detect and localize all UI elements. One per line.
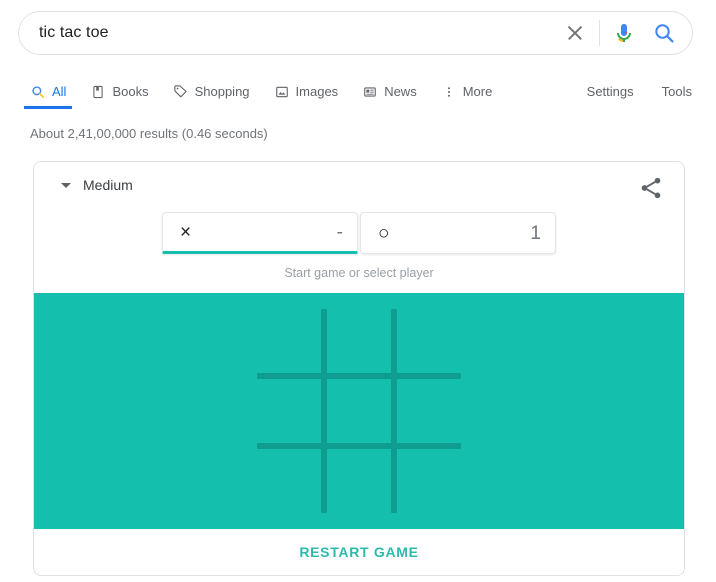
difficulty-label: Medium [83, 177, 133, 193]
newspaper-icon [362, 84, 378, 100]
share-icon[interactable] [638, 175, 664, 201]
book-icon [90, 84, 106, 100]
search-divider [599, 20, 600, 46]
player-o-card[interactable]: ○ 1 [360, 212, 556, 254]
tag-icon [173, 84, 189, 100]
tab-more-label: More [462, 84, 493, 99]
board-grid [257, 309, 461, 513]
grid-line-horizontal-2 [257, 443, 461, 449]
nav-tabs-right: Settings Tools [559, 84, 692, 99]
card-header: Medium [34, 162, 684, 210]
tab-news[interactable]: News [362, 74, 417, 109]
player-x-score: - [336, 221, 343, 243]
player-x-card[interactable]: × - [162, 212, 358, 254]
o-mark: ○ [378, 222, 390, 244]
tab-books-label: Books [112, 84, 149, 99]
tools-link[interactable]: Tools [662, 84, 692, 99]
tab-all-label: All [52, 84, 67, 99]
restart-row: RESTART GAME [34, 529, 684, 575]
grid-line-vertical-2 [391, 309, 397, 513]
more-vertical-icon [441, 84, 457, 100]
search-input[interactable] [19, 24, 562, 42]
search-nav-tabs: All Books Shopping Images News More Sett… [0, 74, 716, 109]
search-icon [30, 84, 46, 100]
grid-line-vertical-1 [321, 309, 327, 513]
player-scoreboard: × - ○ 1 [34, 212, 684, 254]
tab-shopping[interactable]: Shopping [173, 74, 250, 109]
tab-images-label: Images [295, 84, 339, 99]
tab-news-label: News [384, 84, 417, 99]
settings-link[interactable]: Settings [587, 84, 634, 99]
search-icon[interactable] [652, 21, 676, 45]
tab-more[interactable]: More [441, 74, 493, 109]
tab-books[interactable]: Books [90, 74, 149, 109]
tab-all[interactable]: All [23, 74, 73, 109]
close-icon[interactable] [562, 20, 588, 46]
image-icon [274, 84, 290, 100]
nav-tabs-left: All Books Shopping Images News More [23, 74, 516, 109]
game-hint: Start game or select player [284, 266, 434, 280]
search-bar[interactable] [18, 11, 693, 55]
difficulty-dropdown[interactable]: Medium [61, 177, 133, 193]
restart-game-button[interactable]: RESTART GAME [293, 543, 424, 561]
grid-line-horizontal-1 [257, 373, 461, 379]
player-o-score: 1 [530, 222, 541, 244]
tab-shopping-label: Shopping [194, 84, 250, 99]
result-stats: About 2,41,00,000 results (0.46 seconds) [30, 126, 268, 141]
tab-images[interactable]: Images [274, 74, 339, 109]
x-mark: × [180, 221, 192, 243]
tic-tac-toe-card: Medium × - ○ 1 Start game or select play… [33, 161, 685, 576]
game-board[interactable] [34, 293, 684, 529]
microphone-icon[interactable] [612, 21, 636, 45]
chevron-down-icon [61, 182, 71, 188]
